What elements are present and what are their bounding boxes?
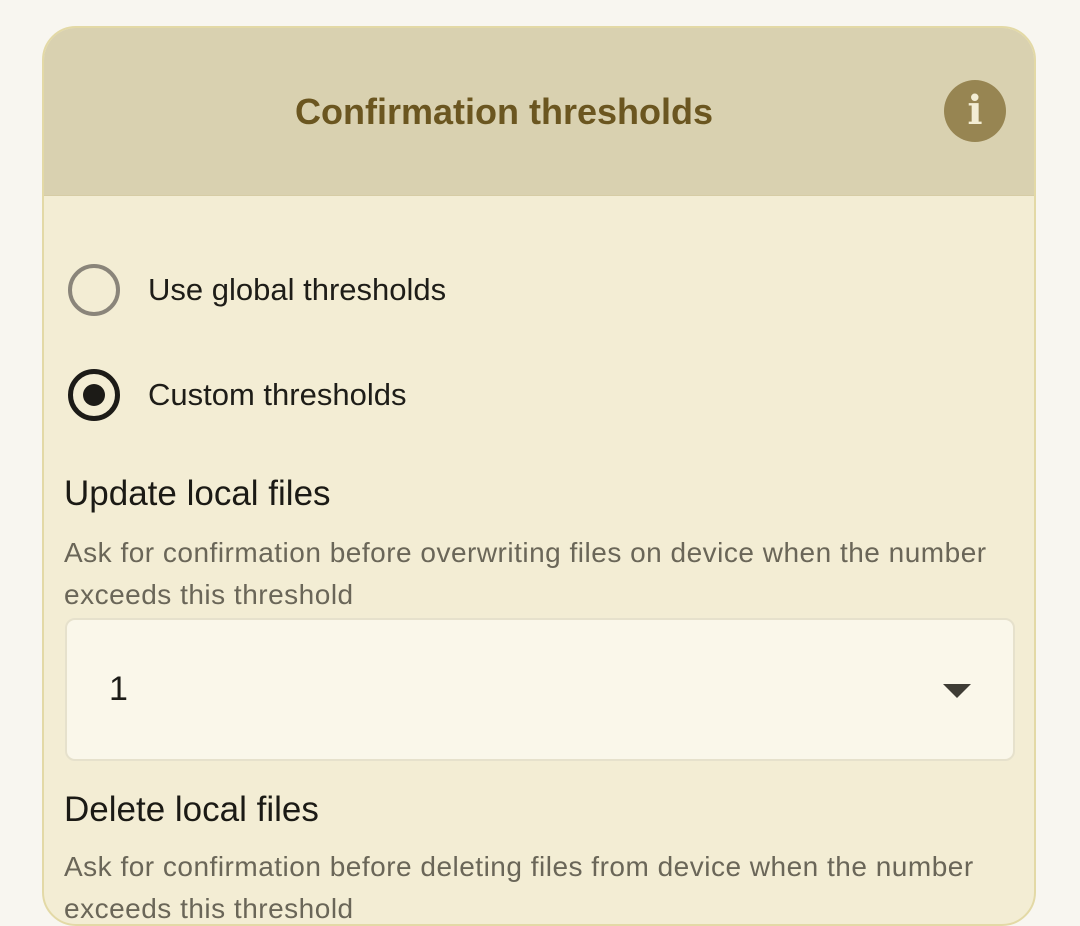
radio-unchecked-icon[interactable] [68, 264, 120, 316]
confirmation-thresholds-card: Confirmation thresholds i Use global thr… [42, 26, 1036, 926]
radio-label: Use global thresholds [148, 272, 447, 307]
card-title: Confirmation thresholds [294, 91, 713, 132]
radio-label: Custom thresholds [148, 377, 407, 412]
update-threshold-value: 1 [109, 670, 128, 708]
update-threshold-select[interactable]: 1 [65, 618, 1015, 761]
radio-checked-icon[interactable] [68, 369, 120, 421]
chevron-down-icon[interactable] [943, 684, 971, 698]
delete-local-files-title: Delete local files [64, 790, 319, 829]
delete-local-files-description: Ask for confirmation before deleting fil… [64, 851, 974, 924]
radio-use-global-thresholds[interactable]: Use global thresholds [68, 264, 968, 320]
radio-dot [83, 384, 105, 406]
info-icon[interactable]: i [944, 80, 1006, 142]
update-local-files-title: Update local files [64, 474, 331, 513]
card-header: Confirmation thresholds i [44, 28, 1034, 196]
radio-custom-thresholds[interactable]: Custom thresholds [68, 369, 968, 425]
update-local-files-description: Ask for confirmation before overwriting … [64, 537, 987, 610]
